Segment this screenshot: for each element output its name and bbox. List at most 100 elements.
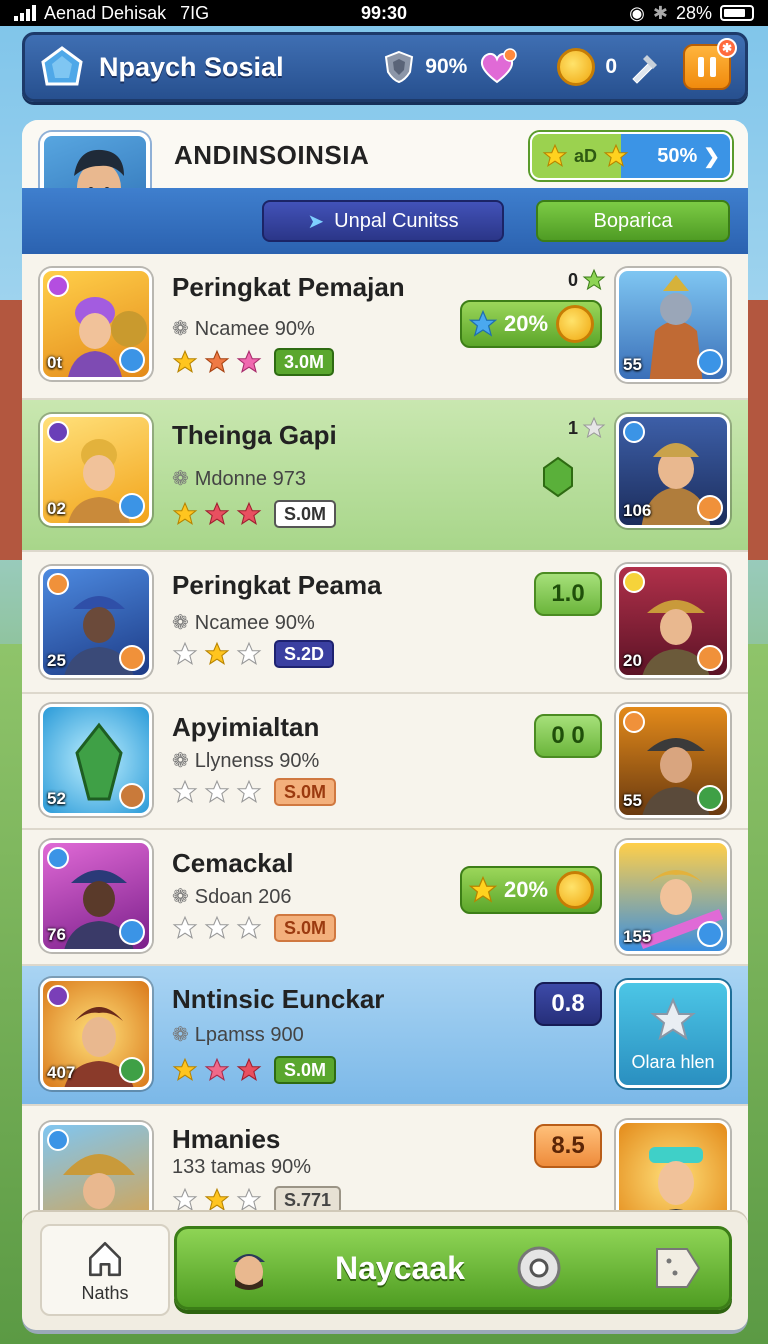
star-outline-icon: [236, 1187, 262, 1211]
app-title: Npaych Sosial: [99, 51, 284, 82]
reward-value: 20%: [504, 877, 549, 902]
item-thumbnail: 02: [40, 414, 152, 526]
reward-button[interactable]: 20%: [460, 300, 602, 348]
star-icon: [204, 501, 230, 525]
opponent-card[interactable]: 55: [616, 268, 730, 382]
class-badge-icon: [623, 571, 645, 593]
cursor-icon: ➤: [307, 210, 325, 233]
row-title: Hmanies: [172, 1124, 281, 1154]
opponent-card[interactable]: 20: [616, 564, 730, 678]
network-type: 7IG: [180, 2, 210, 23]
rating-label: aD: [574, 145, 598, 166]
star-rating: S.771: [172, 1186, 342, 1214]
star-icon: [468, 875, 498, 903]
star-rating: S.0M: [172, 1056, 337, 1084]
star-icon: [172, 501, 198, 525]
notification-dot-icon: ✱: [717, 38, 737, 58]
star-outline-icon: [236, 915, 262, 939]
diamond-badge-icon: [119, 347, 145, 373]
value-chip: S.771: [274, 1186, 342, 1214]
update-button[interactable]: ➤ Unpal Cunitss: [262, 200, 504, 242]
star-icon: [204, 641, 230, 665]
list-item[interactable]: 407 Nntinsic Eunckar ❁ Lpamss 900 S.0M 0.…: [22, 966, 748, 1106]
reward-value: 20%: [504, 311, 549, 336]
coin-value: 0: [605, 55, 617, 78]
value-chip: 3.0M: [274, 348, 335, 376]
chevron-down-icon: [697, 349, 723, 375]
item-thumbnail: 407: [40, 978, 152, 1090]
score-badge[interactable]: 8.5: [534, 1124, 602, 1168]
row-subtitle: ❁ Sdoan 206: [172, 886, 292, 908]
opponent-card[interactable]: 55: [616, 704, 730, 818]
heart-icon[interactable]: [477, 48, 518, 86]
list-item[interactable]: 25 Peringkat Peama ❁ Ncamee 90% S.2D 1.0 …: [22, 552, 748, 694]
row-title: Peringkat Pemajan: [172, 272, 405, 302]
secondary-button[interactable]: Boparica: [536, 200, 730, 242]
opponent-card[interactable]: 106: [616, 414, 730, 528]
score-badge[interactable]: 0.8: [534, 982, 602, 1026]
star-outline-icon: [582, 416, 606, 439]
value-chip: S.0M: [274, 1056, 337, 1084]
chevron-down-icon: [697, 785, 723, 811]
star-rating: S.0M: [172, 500, 337, 528]
value-chip: S.0M: [274, 914, 337, 942]
diamond-badge-icon: [119, 493, 145, 519]
favorite-button[interactable]: Olara hlen: [616, 980, 730, 1088]
class-badge-icon: [623, 421, 645, 443]
battery-icon: [720, 5, 754, 21]
home-icon: [88, 1241, 122, 1276]
list-item[interactable]: 0t Peringkat Pemajan ❁ Ncamee 90% 3.0M 0 …: [22, 254, 748, 400]
row-title: Peringkat Peama: [172, 570, 382, 600]
star-outline-icon: [204, 915, 230, 939]
list-item[interactable]: 52 Apyimialtan ❁ Llynenss 90% S.0M 0 0 55: [22, 694, 748, 830]
chevron-right-icon: [119, 645, 145, 671]
thumb-count: 52: [47, 789, 66, 808]
star-rating: S.2D: [172, 640, 335, 668]
item-thumbnail: 0t: [40, 268, 152, 380]
opponent-card[interactable]: 155: [616, 840, 730, 954]
row-subtitle: 133 tamas 90%: [172, 1156, 311, 1178]
gem-icon: [543, 456, 573, 498]
thumb-count: 76: [47, 925, 66, 944]
gear-icon: ❁: [172, 750, 189, 772]
reward-button[interactable]: 20%: [460, 866, 602, 914]
star-icon: [603, 143, 629, 167]
rating-progress[interactable]: aD 50% ❯: [530, 132, 732, 180]
class-badge-icon: [47, 421, 69, 443]
star-icon: [236, 349, 262, 373]
play-button[interactable]: Naycaak: [174, 1226, 732, 1310]
item-thumbnail: 76: [40, 840, 152, 952]
favorite-button-label: Olara hlen: [631, 1051, 715, 1072]
gear-icon: ❁: [172, 886, 189, 908]
bluetooth-icon: ✱: [652, 2, 668, 23]
update-button-label: Unpal Cunitss: [334, 209, 459, 232]
class-badge-icon: [47, 985, 69, 1007]
row-title: Nntinsic Eunckar: [172, 984, 385, 1014]
profile-header: ANDINSOINSIA aD 50% ❯ ➤ Unpal Cunitss Bo…: [22, 120, 748, 254]
rating-percent: 50%: [657, 144, 698, 167]
score-badge[interactable]: 1.0: [534, 572, 602, 616]
star-outline-icon: [236, 779, 262, 803]
value-chip: S.0M: [274, 778, 337, 806]
status-bar: Aenad Dehisak 7IG 99:30 ◉ ✱ 28%: [0, 0, 768, 26]
star-icon: [204, 1057, 230, 1081]
nav-home-button[interactable]: Naths: [40, 1224, 170, 1316]
list-item[interactable]: 76 Cemackal ❁ Sdoan 206 S.0M 20% 155: [22, 830, 748, 966]
signal-icon: [14, 5, 36, 21]
list-item[interactable]: 02 Theinga Gapi ❁ Mdonne 973 S.0M 1 106: [22, 400, 748, 552]
snowflake-icon: [47, 1129, 69, 1151]
home-logo-icon[interactable]: [39, 44, 85, 90]
tools-icon[interactable]: [627, 49, 663, 85]
coin-icon: [557, 48, 596, 86]
battery-percent: 28%: [675, 2, 712, 23]
pause-button[interactable]: ✱: [683, 38, 737, 90]
carrier-name: Aenad Dehisak: [44, 2, 167, 23]
gear-icon: ❁: [172, 468, 189, 490]
star-outline-icon: [236, 641, 262, 665]
star-icon: [204, 349, 230, 373]
check-icon: [697, 645, 723, 671]
leaderboard-panel: ANDINSOINSIA aD 50% ❯ ➤ Unpal Cunitss Bo…: [22, 120, 748, 1330]
target-icon: [517, 1246, 561, 1290]
star-icon: [236, 501, 262, 525]
score-badge[interactable]: 0 0: [534, 714, 602, 758]
